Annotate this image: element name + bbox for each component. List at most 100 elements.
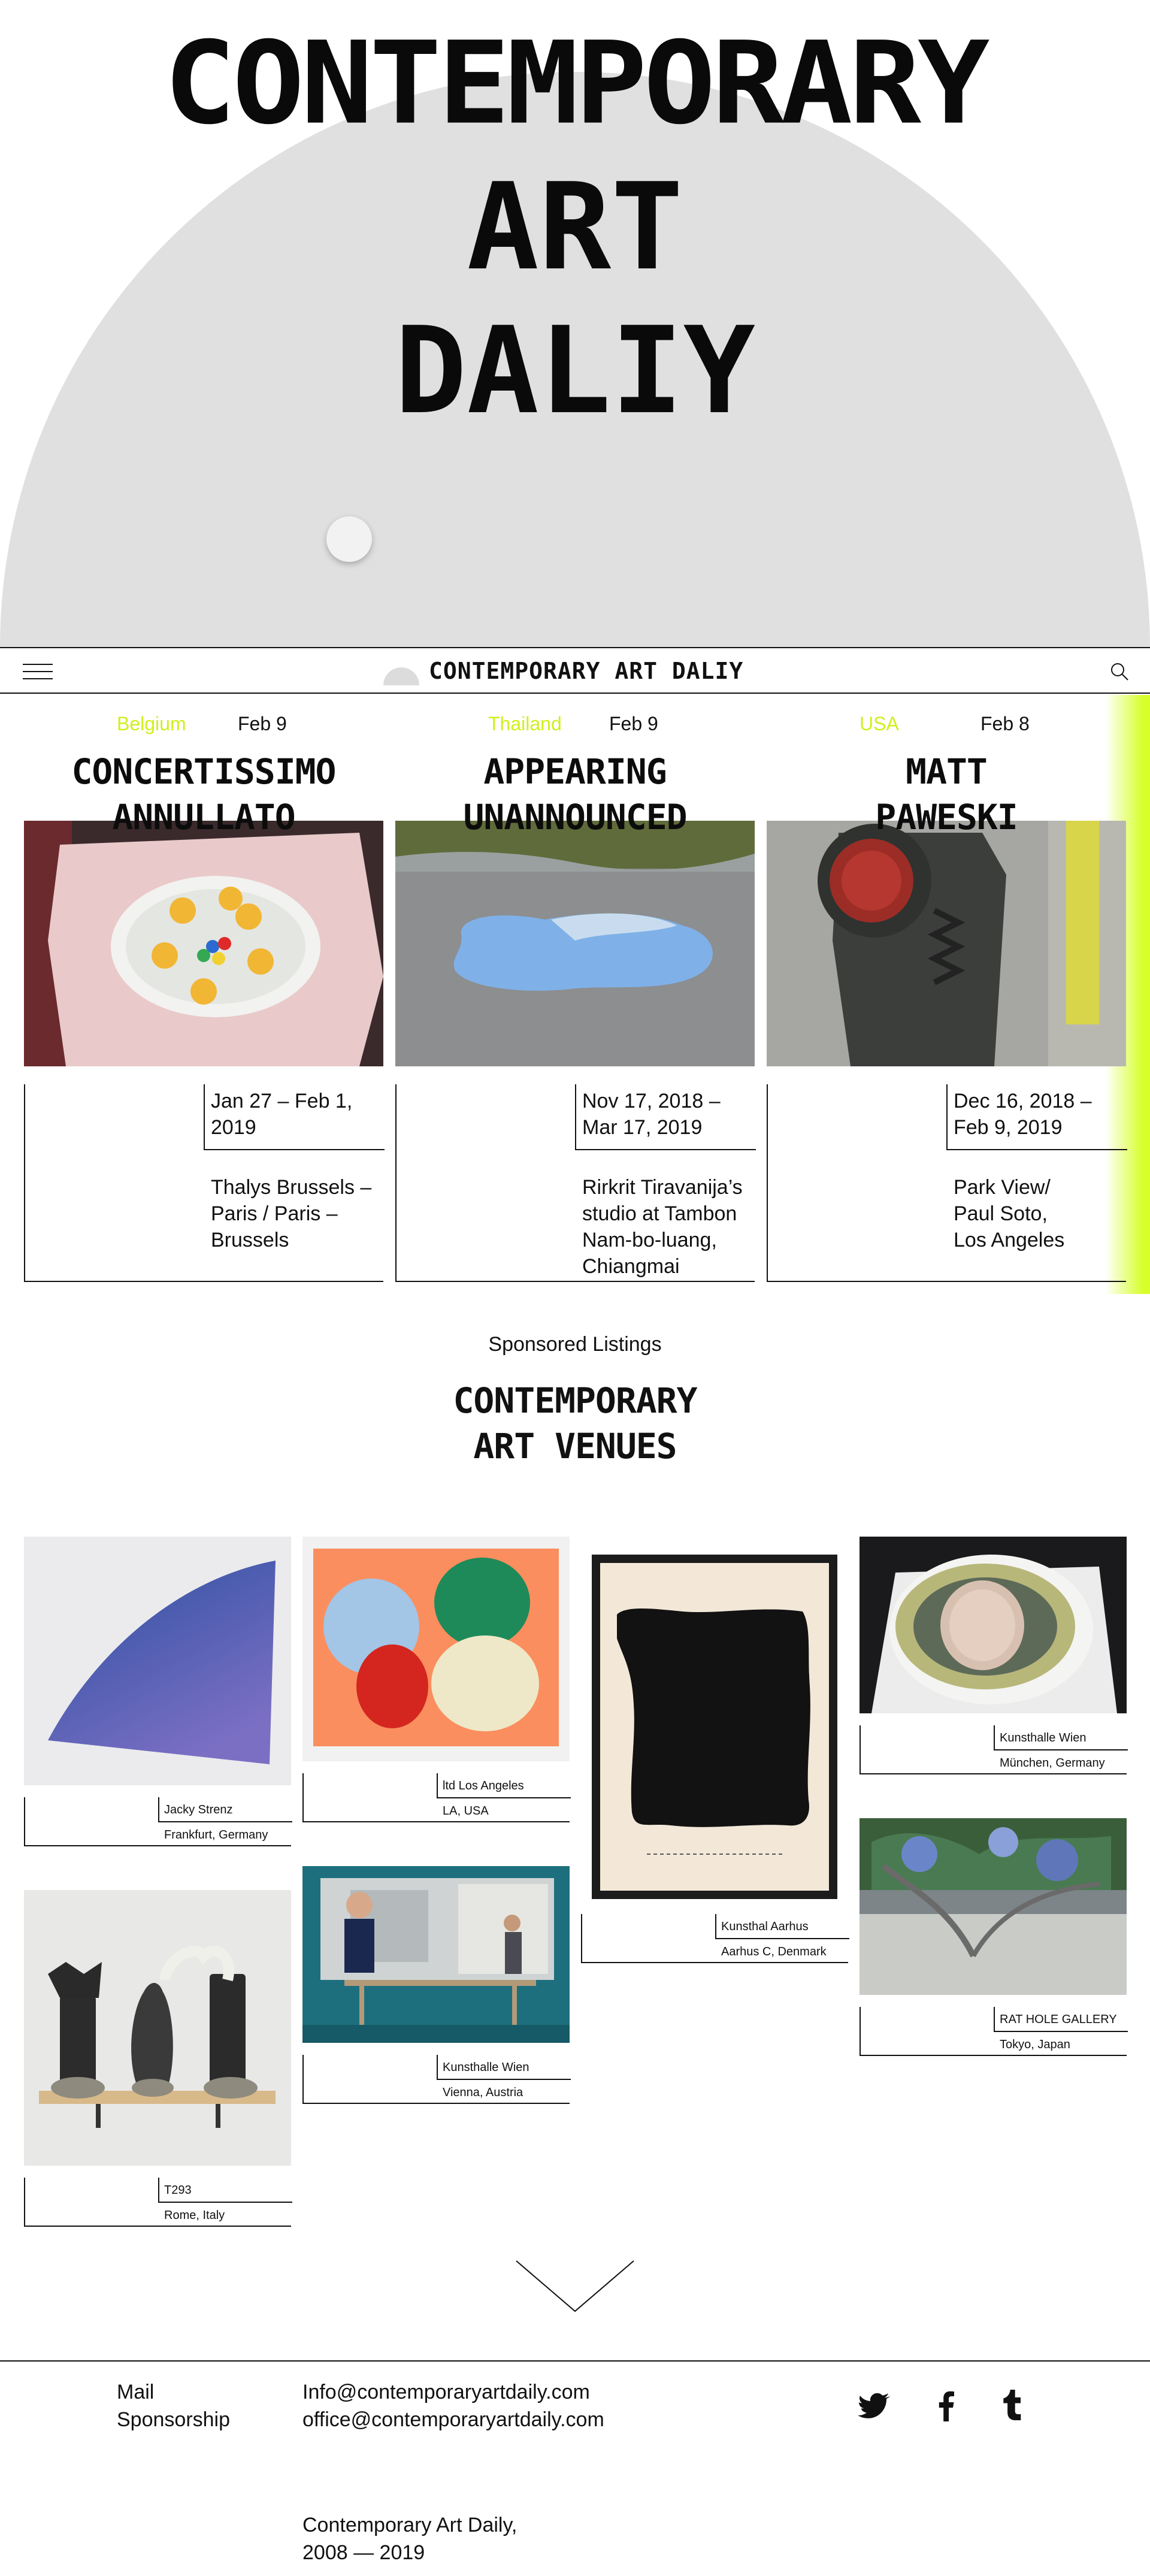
story-venue-line: Los Angeles	[954, 1229, 1065, 1251]
story-card[interactable]: USA Feb 8 MATT PAWESKI Dec 16, 2018 – Fe…	[767, 695, 1127, 1294]
story-title-line2: UNANNOUNCED	[463, 797, 687, 837]
venue-gallery: ltd Los Angeles	[437, 1773, 571, 1798]
footer-labels: Mail Sponsorship	[117, 2378, 230, 2433]
twitter-icon[interactable]	[858, 2388, 894, 2424]
story-date: Feb 9	[609, 713, 658, 734]
story-venue-line: Paris / Paris –	[211, 1202, 338, 1225]
sponsored-label: Sponsored Listings	[488, 1333, 662, 1356]
venue-caption: Kunsthalle Wien Vienna, Austria	[302, 2055, 571, 2104]
venue-caption: Jacky Strenz Frankfurt, Germany	[24, 1797, 292, 1846]
story-title-line1: APPEARING	[483, 751, 667, 792]
story-meta: USA Feb 8	[767, 712, 1126, 736]
venue-gallery: T293	[158, 2178, 292, 2203]
venue-city: Rome, Italy	[164, 2209, 225, 2222]
facebook-icon[interactable]	[928, 2388, 964, 2424]
venue-caption: RAT HOLE GALLERY Tokyo, Japan	[860, 2007, 1128, 2056]
venue-city: Aarhus C, Denmark	[721, 1945, 827, 1958]
nav-logo-semicircle	[383, 667, 419, 685]
footer-sponsorship-email[interactable]: office@contemporaryartdaily.com	[302, 2406, 604, 2433]
story-venue: Park View/ Paul Soto, Los Angeles	[954, 1174, 1133, 1253]
story-title-line2: ANNULLATO	[112, 797, 295, 837]
story-date-range-start: Nov 17, 2018 –	[582, 1090, 721, 1112]
nav-logo: CONTEMPORARY ART DALIY	[429, 658, 744, 684]
venue-caption: T293 Rome, Italy	[24, 2178, 292, 2227]
venues-title: CONTEMPORARY ART VENUES	[0, 1378, 1150, 1469]
story-venue-line: Paul Soto,	[954, 1202, 1048, 1225]
story-title-line1: MATT	[906, 751, 988, 792]
footer-copyright-line2: 2008 — 2019	[302, 2541, 425, 2564]
story-venue-line: Thalys Brussels –	[211, 1176, 372, 1199]
footer: Mail Sponsorship Info@contemporaryartdai…	[0, 2360, 1150, 2576]
hamburger-menu-icon[interactable]	[23, 663, 53, 681]
story-country[interactable]: USA	[860, 712, 899, 736]
story-venue-line: Rirkrit Tiravanija’s	[582, 1176, 743, 1199]
story-country[interactable]: Thailand	[488, 712, 562, 736]
story-card[interactable]: Belgium Feb 9 CONCERTISSIMO ANNULLATO Ja…	[24, 695, 385, 1294]
footer-sponsorship-label[interactable]: Sponsorship	[117, 2406, 230, 2433]
story-venue: Thalys Brussels – Paris / Paris – Brusse…	[211, 1174, 391, 1253]
venue-image[interactable]	[860, 1537, 1127, 1713]
hero: CONTEMPORARY ART DALIY	[0, 0, 1150, 647]
story-country[interactable]: Belgium	[117, 712, 186, 736]
venue-image[interactable]	[24, 1537, 291, 1785]
nav-logo-link[interactable]: CONTEMPORARY ART DALIY	[383, 654, 767, 688]
story-title[interactable]: MATT PAWESKI	[767, 749, 1126, 840]
footer-copyright-line1: Contemporary Art Daily,	[302, 2514, 518, 2536]
venue-city: Frankfurt, Germany	[164, 1828, 268, 1842]
story-date-range: Jan 27 – Feb 1, 2019	[204, 1084, 385, 1150]
story-date: Feb 9	[238, 713, 287, 734]
story-venue-line: Park View/	[954, 1176, 1051, 1199]
venue-gallery: Jacky Strenz	[158, 1797, 292, 1822]
venue-gallery: RAT HOLE GALLERY	[994, 2007, 1128, 2032]
venue-image[interactable]	[24, 1890, 291, 2166]
story-venue-line: Chiangmai	[582, 1255, 680, 1278]
hero-knob[interactable]	[326, 516, 372, 562]
footer-copyright: Contemporary Art Daily, 2008 — 2019	[302, 2511, 517, 2566]
story-info: Jan 27 – Feb 1, 2019 Thalys Brussels – P…	[24, 1084, 385, 1282]
venues-title-line1: CONTEMPORARY	[453, 1380, 697, 1421]
story-date: Feb 8	[980, 713, 1030, 734]
venue-image[interactable]	[302, 1537, 570, 1761]
story-title[interactable]: CONCERTISSIMO ANNULLATO	[24, 749, 383, 840]
chevron-down-icon[interactable]	[515, 2260, 635, 2314]
footer-mail-label[interactable]: Mail	[117, 2378, 230, 2406]
story-info: Dec 16, 2018 – Feb 9, 2019 Park View/ Pa…	[767, 1084, 1127, 1282]
top-nav: CONTEMPORARY ART DALIY	[0, 647, 1150, 694]
story-date-range: Nov 17, 2018 – Mar 17, 2019	[575, 1084, 756, 1150]
story-image[interactable]	[24, 821, 383, 1066]
footer-mail-email[interactable]: Info@contemporaryartdaily.com	[302, 2378, 604, 2406]
story-date-range-end: Feb 9, 2019	[954, 1116, 1063, 1139]
hero-title-line2: ART	[467, 158, 683, 297]
hero-title[interactable]: CONTEMPORARY ART DALIY	[0, 12, 1150, 443]
footer-emails: Info@contemporaryartdaily.com office@con…	[302, 2378, 604, 2433]
venue-image[interactable]	[860, 1818, 1127, 1995]
story-card[interactable]: Thailand Feb 9 APPEARING UNANNOUNCED Nov…	[395, 695, 756, 1294]
venue-caption: Kunsthalle Wien München, Germany	[860, 1725, 1128, 1774]
story-date-range-end: Mar 17, 2019	[582, 1116, 703, 1139]
hero-title-line1: CONTEMPORARY	[164, 17, 990, 150]
story-image[interactable]	[767, 821, 1126, 1066]
venue-image[interactable]	[581, 1549, 848, 1902]
story-date-range-start: Dec 16, 2018 –	[954, 1090, 1092, 1112]
venue-city: Vienna, Austria	[443, 2086, 523, 2099]
venue-gallery: Kunsthalle Wien	[994, 1725, 1128, 1750]
story-date-range-start: Jan 27 – Feb 1,	[211, 1090, 353, 1112]
story-date-range-end: 2019	[211, 1116, 256, 1139]
story-info: Nov 17, 2018 – Mar 17, 2019 Rirkrit Tira…	[395, 1084, 756, 1282]
hero-title-line3: DALIY	[394, 301, 756, 441]
story-title[interactable]: APPEARING UNANNOUNCED	[395, 749, 755, 840]
story-venue: Rirkrit Tiravanija’s studio at Tambon Na…	[582, 1174, 762, 1280]
story-venue-line: studio at Tambon	[582, 1202, 737, 1225]
venue-city: München, Germany	[1000, 1756, 1105, 1770]
tumblr-icon[interactable]	[994, 2388, 1030, 2424]
story-meta: Belgium Feb 9	[24, 712, 383, 736]
venue-caption: ltd Los Angeles LA, USA	[302, 1773, 571, 1822]
story-meta: Thailand Feb 9	[395, 712, 755, 736]
venue-city: Tokyo, Japan	[1000, 2038, 1070, 2051]
story-image[interactable]	[395, 821, 755, 1066]
search-icon[interactable]	[1109, 661, 1130, 682]
venues-title-line2: ART VENUES	[473, 1426, 677, 1467]
venue-gallery: Kunsthalle Wien	[437, 2055, 571, 2080]
venue-image[interactable]	[302, 1866, 570, 2043]
story-venue-line: Brussels	[211, 1229, 289, 1251]
